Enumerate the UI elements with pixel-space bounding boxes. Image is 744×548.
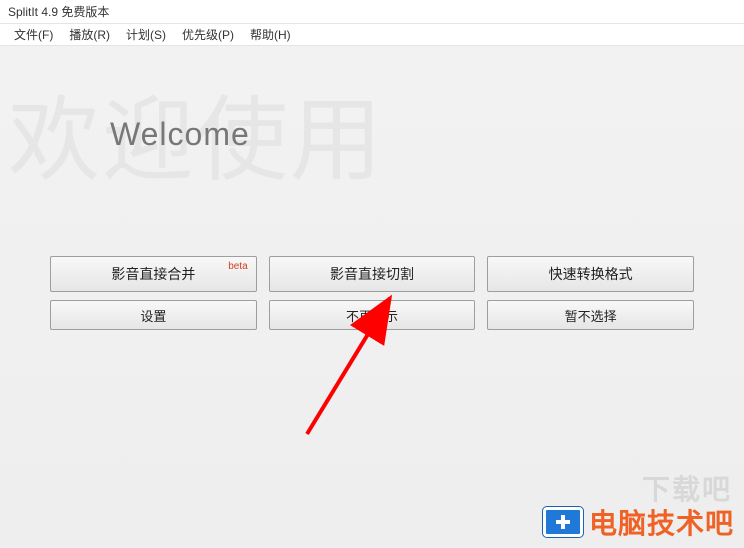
menu-play[interactable]: 播放(R) (61, 24, 118, 45)
convert-format-label: 快速转换格式 (549, 264, 633, 284)
menubar: 文件(F) 播放(R) 计划(S) 优先级(P) 帮助(H) (0, 24, 744, 46)
watermark: 电脑技术吧 (543, 502, 734, 542)
menu-file[interactable]: 文件(F) (6, 24, 61, 45)
welcome-heading: Welcome (110, 116, 250, 153)
menu-priority-label: 优先级(P) (182, 28, 234, 42)
menu-play-label: 播放(R) (69, 28, 110, 42)
dont-show-again-label: 不再显示 (346, 306, 398, 325)
settings-button[interactable]: 设置 (50, 300, 257, 330)
watermark-brand-text: 电脑技术吧 (589, 502, 734, 542)
menu-file-label: 文件(F) (14, 28, 53, 42)
dont-show-again-button[interactable]: 不再显示 (269, 300, 476, 330)
menu-plan-label: 计划(S) (126, 28, 166, 42)
menu-help[interactable]: 帮助(H) (242, 24, 299, 45)
merge-av-button[interactable]: 影音直接合并 beta (50, 256, 257, 292)
client-area: 欢迎使用 Welcome 影音直接合并 beta 影音直接切割 快速转换格式 设… (0, 46, 744, 548)
watermark-logo-icon (543, 507, 583, 537)
merge-av-label: 影音直接合并 (111, 264, 195, 284)
window-title: SplitIt 4.9 免费版本 (8, 3, 109, 20)
beta-badge: beta (228, 261, 247, 272)
menu-priority[interactable]: 优先级(P) (174, 24, 242, 45)
window-titlebar: SplitIt 4.9 免费版本 (0, 0, 744, 24)
skip-label: 暂不选择 (565, 306, 617, 325)
split-av-button[interactable]: 影音直接切割 (269, 256, 476, 292)
split-av-label: 影音直接切割 (330, 264, 414, 284)
menu-plan[interactable]: 计划(S) (118, 24, 174, 45)
welcome-button-grid: 影音直接合并 beta 影音直接切割 快速转换格式 设置 不再显示 暂不选择 (50, 256, 694, 330)
menu-help-label: 帮助(H) (250, 28, 291, 42)
skip-button[interactable]: 暂不选择 (487, 300, 694, 330)
settings-label: 设置 (140, 306, 166, 325)
convert-format-button[interactable]: 快速转换格式 (487, 256, 694, 292)
